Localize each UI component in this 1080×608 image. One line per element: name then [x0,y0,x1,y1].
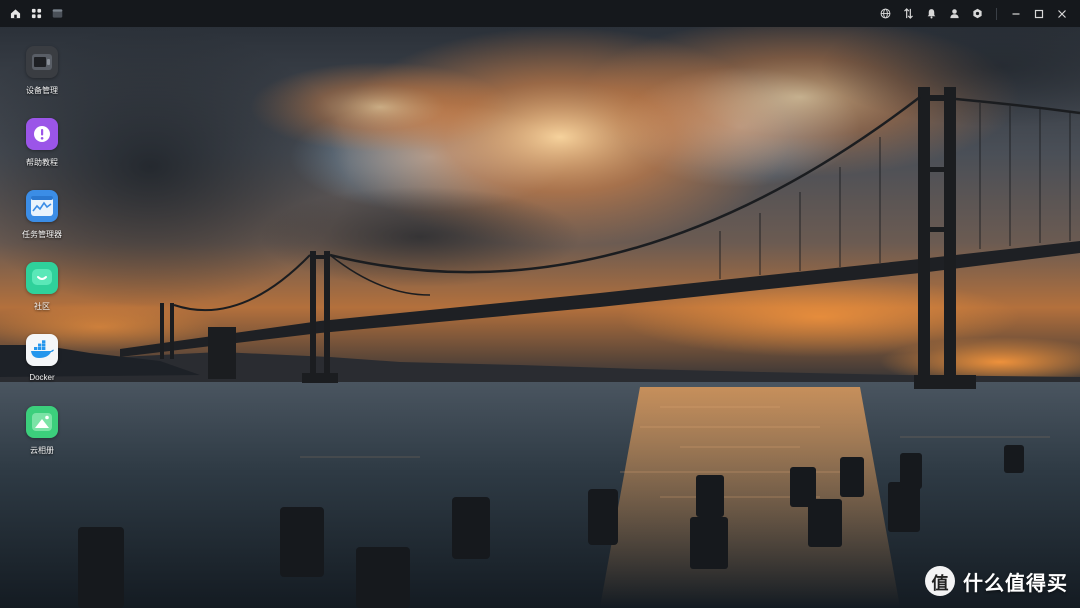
desktop-item-photo-album[interactable]: 云相册 [10,406,74,456]
apps-grid-icon[interactable] [30,7,43,20]
docker-icon [26,334,58,366]
minimize-icon[interactable] [1009,7,1022,20]
help-icon [26,118,58,150]
user-icon[interactable] [948,7,961,20]
desktop-item-label: 任务管理器 [22,230,62,239]
desktop-wallpaper [0,27,1080,608]
desktop-item-help[interactable]: 帮助教程 [10,118,74,168]
maximize-icon[interactable] [1032,7,1045,20]
globe-icon[interactable] [879,7,892,20]
desktop-item-device-manager[interactable]: 设备管理 [10,46,74,96]
desktop-item-label: 帮助教程 [26,158,58,167]
home-icon[interactable] [9,7,22,20]
desktop-item-docker[interactable]: Docker [10,334,74,382]
watermark-badge: 值 [925,566,955,596]
desktop-item-label: 社区 [34,302,50,311]
desktop-item-community[interactable]: 社区 [10,262,74,312]
divider [996,7,997,20]
desktop-item-label: 设备管理 [26,86,58,95]
watermark-logo: 值 什么值得买 [925,566,1068,596]
device-manager-icon [26,46,58,78]
photo-album-icon [26,406,58,438]
community-icon [26,262,58,294]
watermark-text: 什么值得买 [963,572,1068,595]
desktop-item-label: Docker [29,373,55,382]
desktop-icons: 设备管理 帮助教程 任务管理器 社区 Docker 云相册 [0,27,90,608]
file-manager-icon[interactable] [51,7,64,20]
top-bar [0,0,1080,27]
task-manager-icon [26,190,58,222]
desktop-item-label: 云相册 [30,446,54,455]
settings-icon[interactable] [971,7,984,20]
transfer-icon[interactable] [902,7,915,20]
desktop-item-task-manager[interactable]: 任务管理器 [10,190,74,240]
bell-icon[interactable] [925,7,938,20]
close-icon[interactable] [1055,7,1068,20]
